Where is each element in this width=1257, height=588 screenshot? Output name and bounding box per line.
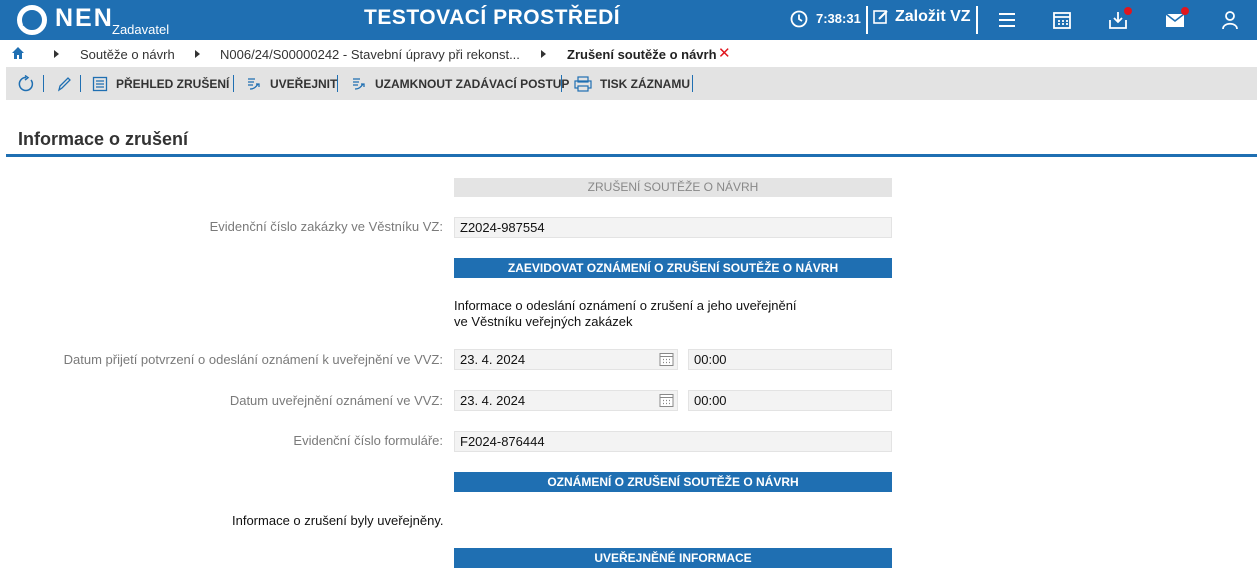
receipt-date-field[interactable]: 23. 4. 2024 xyxy=(454,349,678,370)
form-header: ZRUŠENÍ SOUTĚŽE O NÁVRH xyxy=(454,178,892,197)
evidence-number-label: Evidenční číslo zakázky ve Věstníku VZ: xyxy=(209,219,443,234)
breadcrumb: Soutěže o návrh N006/24/S00000242 - Stav… xyxy=(0,40,1257,67)
user-icon[interactable] xyxy=(1220,10,1240,30)
chevron-right-icon xyxy=(54,50,59,58)
overview-label: PŘEHLED ZRUŠENÍ xyxy=(116,76,230,91)
evidence-number-field[interactable]: Z2024-987554 xyxy=(454,217,892,238)
form-number-label: Evidenční číslo formuláře: xyxy=(293,433,443,448)
print-label: TISK ZÁZNAMU xyxy=(600,76,690,91)
document-icon xyxy=(92,76,108,91)
section-title: Informace o zrušení xyxy=(18,129,189,149)
session-time: 7:38:31 xyxy=(816,11,861,26)
environment-title: TESTOVACÍ PROSTŘEDÍ xyxy=(364,6,621,29)
divider xyxy=(692,75,693,92)
menu-icon[interactable] xyxy=(997,10,1017,30)
inbox-icon[interactable] xyxy=(1108,7,1132,30)
lock-procedure-label: UZAMKNOUT ZADÁVACÍ POSTUP xyxy=(375,76,570,91)
breadcrumb-item[interactable]: N006/24/S00000242 - Stavební úpravy při … xyxy=(220,47,520,62)
lock-procedure-button[interactable]: UZAMKNOUT ZADÁVACÍ POSTUP xyxy=(351,67,569,100)
divider xyxy=(80,75,81,92)
notification-dot xyxy=(1181,7,1189,15)
receipt-date-label: Datum přijetí potvrzení o odeslání oznám… xyxy=(63,352,443,367)
edit-button[interactable] xyxy=(56,67,72,100)
chevron-right-icon xyxy=(541,50,546,58)
close-icon[interactable]: ✕ xyxy=(718,44,731,62)
divider xyxy=(43,75,44,92)
published-info-button[interactable]: UVEŘEJNĚNÉ INFORMACE xyxy=(454,548,892,568)
pencil-icon xyxy=(57,76,71,91)
send-info-line: ve Věstníku veřejných zakázek xyxy=(454,314,633,329)
create-tender-button[interactable]: Založit VZ xyxy=(873,8,971,26)
toolbar: PŘEHLED ZRUŠENÍ UVEŘEJNIT UZAMKNOUT ZADÁ… xyxy=(6,67,1257,100)
overview-button[interactable]: PŘEHLED ZRUŠENÍ xyxy=(92,67,229,100)
refresh-button[interactable] xyxy=(17,67,35,100)
send-info-line: Informace o odeslání oznámení o zrušení … xyxy=(454,298,797,313)
chevron-right-icon xyxy=(195,50,200,58)
notification-dot xyxy=(1124,7,1132,15)
divider xyxy=(866,6,868,34)
logo-text[interactable]: NEN xyxy=(55,4,114,33)
logo-subtitle: Zadavatel xyxy=(112,22,170,37)
calendar-picker-icon[interactable] xyxy=(659,352,674,367)
edit-icon xyxy=(873,10,888,24)
print-button[interactable]: TISK ZÁZNAMU xyxy=(574,67,690,100)
register-notice-button[interactable]: ZAEVIDOVAT OZNÁMENÍ O ZRUŠENÍ SOUTĚŽE O … xyxy=(454,258,892,278)
section-divider xyxy=(6,154,1257,157)
mail-icon[interactable] xyxy=(1165,7,1189,30)
divider xyxy=(233,75,234,92)
create-tender-label: Založit VZ xyxy=(895,8,971,25)
lock-procedure-icon xyxy=(353,77,365,90)
refresh-icon xyxy=(18,74,34,91)
clock-icon xyxy=(790,10,808,28)
publish-date-value: 23. 4. 2024 xyxy=(460,393,526,408)
receipt-date-value: 23. 4. 2024 xyxy=(460,352,526,367)
top-bar: NEN Zadavatel TESTOVACÍ PROSTŘEDÍ 7:38:3… xyxy=(0,0,1257,40)
printer-icon xyxy=(574,75,592,92)
home-icon[interactable] xyxy=(11,46,25,60)
calendar-picker-icon[interactable] xyxy=(659,393,674,408)
divider xyxy=(337,75,338,92)
send-info-text: Informace o odeslání oznámení o zrušení … xyxy=(454,298,874,330)
publish-time-field[interactable]: 00:00 xyxy=(688,390,892,411)
breadcrumb-item[interactable]: Soutěže o návrh xyxy=(80,47,175,62)
publish-icon xyxy=(248,77,260,90)
nen-logo-icon[interactable] xyxy=(17,5,47,35)
receipt-time-field[interactable]: 00:00 xyxy=(688,349,892,370)
publish-label: UVEŘEJNIT xyxy=(270,76,338,91)
divider xyxy=(561,75,562,92)
publish-button[interactable]: UVEŘEJNIT xyxy=(246,67,337,100)
form-number-field[interactable]: F2024-876444 xyxy=(454,431,892,452)
cancellation-notice-button[interactable]: OZNÁMENÍ O ZRUŠENÍ SOUTĚŽE O NÁVRH xyxy=(454,472,892,492)
publish-date-field[interactable]: 23. 4. 2024 xyxy=(454,390,678,411)
calendar-icon[interactable] xyxy=(1052,10,1072,30)
status-text: Informace o zrušení byly uveřejněny. xyxy=(232,513,444,528)
publish-date-label: Datum uveřejnění oznámení ve VVZ: xyxy=(229,393,443,408)
divider xyxy=(976,6,978,34)
breadcrumb-current: Zrušení soutěže o návrh xyxy=(567,47,717,62)
